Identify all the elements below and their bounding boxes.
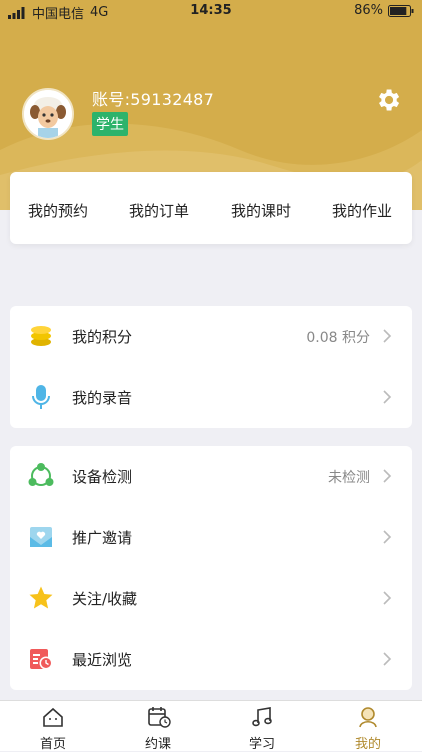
menu-row-history[interactable]: 最近浏览 [10,629,412,689]
calendar-icon [148,707,171,728]
sheep-avatar-icon [24,90,72,138]
gear-icon[interactable] [374,86,402,114]
chevron-right-icon [383,390,392,404]
menu-label-history: 最近浏览 [72,651,133,669]
tab-label-booking: 约课 [144,737,171,752]
menu-row-recordings[interactable]: 我的录音 [10,367,412,427]
tab-booking[interactable]: 约课 [118,701,198,752]
coins-icon [31,326,51,346]
music-note-icon [252,707,272,727]
device-check-status: 未检测 [328,470,370,486]
tab-me[interactable]: 我的 [328,701,408,752]
user-icon [359,707,377,728]
menu-row-points[interactable]: 我的积分 0.08 积分 [10,306,412,366]
menu-row-invite[interactable]: 推广邀请 [10,507,412,567]
menu-group-points: 我的积分 0.08 积分 我的录音 [10,306,412,428]
tab-label-home: 首页 [39,737,66,752]
quick-link-orders[interactable]: 我的订单 [129,200,189,221]
account-number: 账号:59132487 [92,90,215,109]
chevron-right-icon [383,652,392,666]
menu-label-points: 我的积分 [72,328,133,346]
points-value: 0.08 积分 [306,330,370,346]
menu-label-invite: 推广邀请 [72,529,133,547]
menu-label-device-check: 设备检测 [72,468,133,486]
tab-home[interactable]: 首页 [13,701,93,752]
quick-link-homework[interactable]: 我的作业 [332,200,392,221]
tab-study[interactable]: 学习 [222,701,302,752]
quick-link-appointments[interactable]: 我的预约 [28,200,88,221]
bottom-tab-bar: 首页 约课 学习 我的 [0,700,422,752]
tab-label-me: 我的 [354,737,381,752]
menu-row-device-check[interactable]: 设备检测 未检测 [10,446,412,506]
quick-links-card: 我的预约 我的订单 我的课时 我的作业 [10,172,412,244]
status-bar: 中国电信 4G 14:35 86% [0,0,422,22]
home-icon [43,707,63,727]
battery-icon [388,4,414,17]
quick-link-lesson-hours[interactable]: 我的课时 [231,200,291,221]
menu-row-favorites[interactable]: 关注/收藏 [10,568,412,628]
history-icon [30,649,53,670]
chevron-right-icon [383,591,392,605]
chevron-right-icon [383,469,392,483]
role-badge: 学生 [92,112,128,136]
battery-percent: 86% [354,3,383,18]
avatar[interactable] [22,88,74,140]
menu-group-tools: 设备检测 未检测 推广邀请 关注/收藏 最近浏览 [10,446,412,690]
menu-label-recordings: 我的录音 [72,389,133,407]
menu-label-favorites: 关注/收藏 [72,590,138,608]
chevron-right-icon [383,329,392,343]
microphone-icon [32,385,50,409]
share-nodes-icon [28,463,54,486]
envelope-heart-icon [30,527,52,547]
tab-label-study: 学习 [248,737,275,752]
star-icon [29,586,53,609]
chevron-right-icon [383,530,392,544]
